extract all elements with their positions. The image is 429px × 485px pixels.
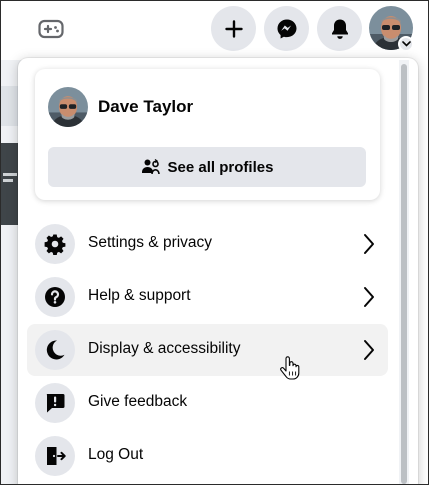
menu-item-label: Display & accessibility xyxy=(88,340,241,357)
messenger-button[interactable] xyxy=(264,6,309,51)
chevron-right-icon xyxy=(362,285,376,309)
create-button[interactable] xyxy=(211,6,256,51)
menu-item-label: Settings & privacy xyxy=(88,234,213,251)
gear-icon xyxy=(35,224,75,264)
profile-name: Dave Taylor xyxy=(98,97,194,116)
menu-item-display-accessibility[interactable]: Display & accessibility xyxy=(27,324,388,376)
menu-item-label: Help & support xyxy=(88,287,191,304)
chevron-right-icon xyxy=(362,338,376,362)
feedback-icon xyxy=(35,383,75,423)
chevron-right-icon xyxy=(362,232,376,256)
moon-icon xyxy=(35,330,75,370)
see-all-profiles-label: See all profiles xyxy=(167,158,274,176)
messenger-icon xyxy=(277,19,296,38)
menu-item-help-support[interactable]: Help & support xyxy=(27,271,388,323)
question-icon xyxy=(35,277,75,317)
notifications-button[interactable] xyxy=(317,6,362,51)
profile-card: Dave Taylor See all profiles xyxy=(35,69,380,200)
profile-link[interactable]: Dave Taylor xyxy=(48,87,193,127)
hand-cursor-icon xyxy=(280,356,300,380)
dropdown-scrollbar-thumb[interactable] xyxy=(401,64,407,484)
plus-icon xyxy=(224,19,243,38)
gaming-icon[interactable] xyxy=(36,16,66,42)
menu-item-label: Give feedback xyxy=(88,393,188,410)
chevron-down-icon xyxy=(401,41,411,47)
menu-item-give-feedback[interactable]: Give feedback xyxy=(27,377,388,429)
profiles-switch-icon xyxy=(141,158,161,176)
bell-icon xyxy=(331,19,348,39)
profile-avatar xyxy=(48,87,88,127)
top-navigation-bar xyxy=(0,0,429,60)
account-menu-chevron[interactable] xyxy=(398,36,414,52)
menu-item-log-out[interactable]: Log Out xyxy=(27,430,388,482)
logout-icon xyxy=(35,436,75,476)
see-all-profiles-button[interactable]: See all profiles xyxy=(48,147,366,187)
menu-item-settings-privacy[interactable]: Settings & privacy xyxy=(27,218,388,270)
menu-item-label: Log Out xyxy=(88,446,144,463)
